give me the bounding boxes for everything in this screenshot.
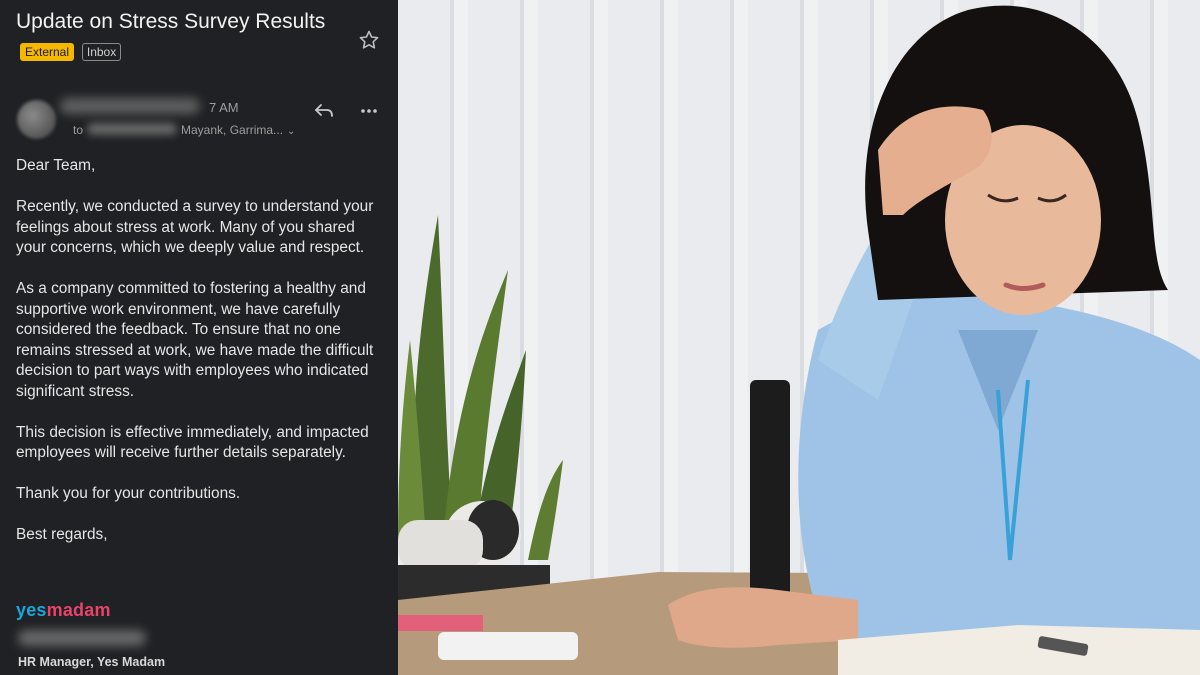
reply-icon[interactable] <box>313 102 335 120</box>
more-icon[interactable] <box>359 102 379 120</box>
body-paragraph: This decision is effective immediately, … <box>16 423 369 462</box>
sender-name-redacted <box>60 98 200 114</box>
closing: Best regards, <box>16 526 108 543</box>
stressed-woman-photo <box>398 0 1200 675</box>
body-paragraph: Thank you for your contributions. <box>16 485 241 502</box>
greeting: Dear Team, <box>16 157 96 174</box>
signature-title: HR Manager, Yes Madam <box>18 655 166 669</box>
chevron-down-icon[interactable]: ⌄ <box>287 126 295 137</box>
body-paragraph: As a company committed to fostering a he… <box>16 280 374 400</box>
external-label[interactable]: External <box>20 43 75 61</box>
body-paragraph: Recently, we conducted a survey to under… <box>16 198 374 256</box>
to-prefix: to <box>73 123 84 137</box>
email-panel: Update on Stress Survey Results External… <box>0 0 398 675</box>
email-time: 7 AM <box>209 100 239 115</box>
recipient-redacted <box>87 123 178 135</box>
logo-yes: yes <box>16 600 47 620</box>
email-body: Dear Team, Recently, we conducted a surv… <box>16 156 386 566</box>
pink-notebook <box>398 615 483 631</box>
calculator <box>438 632 578 660</box>
recipient-names: Mayank, Garrima... <box>181 123 284 137</box>
photo-illustration <box>398 5 1200 675</box>
email-subject: Update on Stress Survey Results External… <box>16 6 346 70</box>
star-icon[interactable] <box>357 28 381 52</box>
logo-madam: madam <box>46 600 111 620</box>
recipients-line[interactable]: to Mayank, Garrima... ⌄ <box>73 123 295 137</box>
subject-text: Update on Stress Survey Results <box>16 10 326 33</box>
signature-name-redacted <box>18 630 146 646</box>
screenshot: Update on Stress Survey Results External… <box>0 0 1200 675</box>
yesmadam-logo: yesmadam <box>16 600 111 621</box>
avatar[interactable] <box>17 100 56 139</box>
inbox-label[interactable]: Inbox <box>81 43 122 61</box>
chair <box>750 380 790 610</box>
